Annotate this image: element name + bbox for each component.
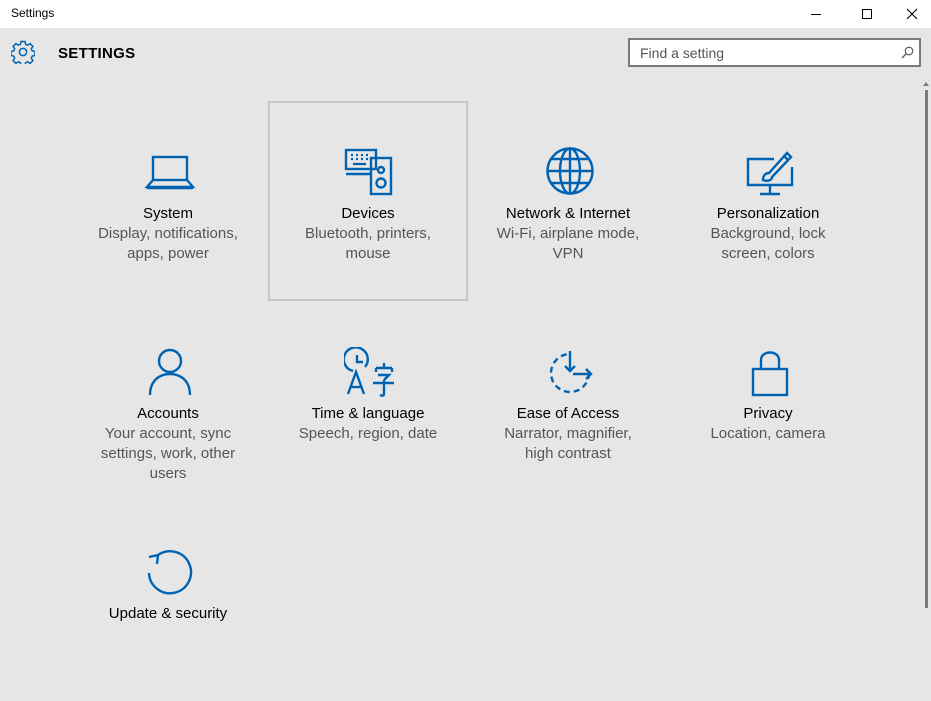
globe-icon (546, 147, 594, 195)
person-icon (148, 348, 192, 396)
time-language-icon (344, 347, 394, 397)
category-privacy[interactable]: Privacy Location, camera (668, 301, 868, 501)
category-description: Location, camera (710, 425, 826, 442)
category-name: Accounts (137, 405, 199, 422)
category-name: Ease of Access (516, 405, 620, 422)
close-icon (906, 8, 918, 20)
gear-icon (11, 40, 35, 64)
header: SETTINGS (0, 28, 931, 80)
devices-icon (344, 148, 393, 196)
scrollbar-thumb[interactable] (925, 90, 928, 608)
title-bar: Settings (0, 0, 931, 28)
maximize-button[interactable] (844, 0, 890, 28)
ease-of-access-icon (549, 351, 593, 394)
personalization-icon (746, 151, 794, 196)
category-name: Privacy (743, 405, 793, 422)
category-system[interactable]: System Display, notifications, apps, pow… (68, 101, 268, 301)
category-description: Bluetooth, printers, mouse (305, 225, 431, 262)
category-name: Personalization (716, 205, 820, 222)
page-title: SETTINGS (58, 45, 136, 62)
category-name: Network & Internet (505, 205, 631, 222)
category-network-internet[interactable]: Network & Internet Wi-Fi, airplane mode,… (468, 101, 668, 301)
laptop-icon (144, 155, 196, 190)
category-description: Narrator, magnifier, high contrast (504, 425, 632, 462)
close-button[interactable] (889, 0, 931, 28)
category-accounts[interactable]: Accounts Your account, sync settings, wo… (68, 301, 268, 501)
category-name: Devices (341, 205, 395, 222)
category-description: Display, notifications, apps, power (98, 225, 238, 262)
category-name: Update & security (108, 605, 228, 622)
minimize-icon (811, 14, 821, 15)
window-title: Settings (11, 6, 55, 20)
search-input[interactable] (630, 40, 902, 65)
category-ease-of-access[interactable]: Ease of Access Narrator, magnifier, high… (468, 301, 668, 501)
category-description: Wi-Fi, airplane mode, VPN (496, 225, 640, 262)
category-name: Time & language (311, 405, 425, 422)
maximize-icon (862, 9, 872, 19)
category-time-language[interactable]: Time & language Speech, region, date (268, 301, 468, 501)
search-box[interactable] (628, 38, 921, 67)
lock-icon (751, 351, 789, 397)
category-description: Speech, region, date (298, 425, 438, 442)
scrollbar[interactable] (921, 80, 931, 608)
search-icon[interactable] (901, 46, 914, 59)
category-description: Background, lock screen, colors (710, 225, 826, 262)
category-personalization[interactable]: Personalization Background, lock screen,… (668, 101, 868, 301)
category-name: System (142, 205, 193, 222)
category-update-security[interactable]: Update & security (68, 501, 268, 701)
scroll-up-arrow[interactable] (923, 82, 929, 86)
minimize-button[interactable] (793, 0, 839, 28)
refresh-icon (147, 550, 193, 595)
category-description: Your account, sync settings, work, other… (100, 425, 236, 482)
category-devices[interactable]: Devices Bluetooth, printers, mouse (268, 101, 468, 301)
